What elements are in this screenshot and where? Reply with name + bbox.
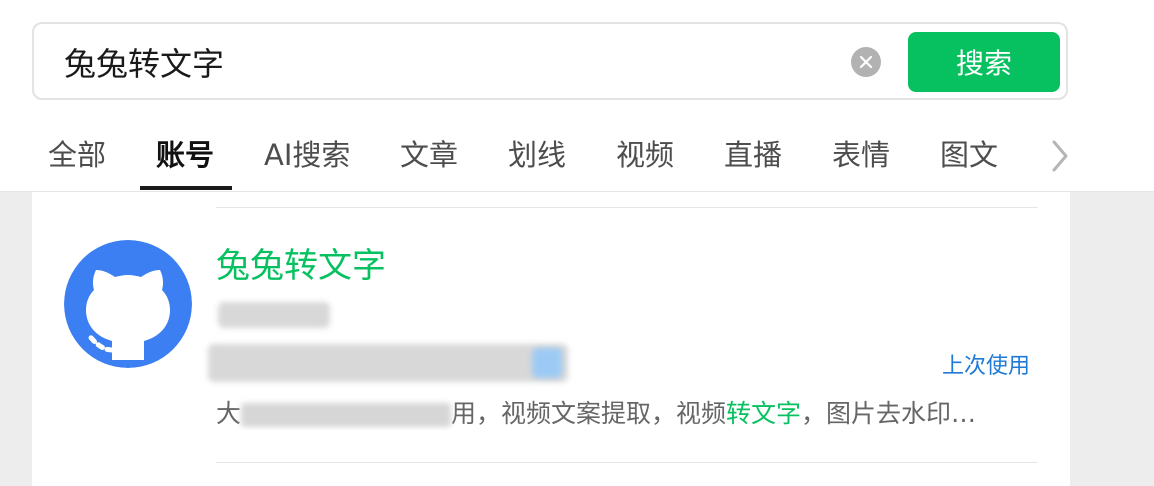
description-suffix: ，图片去水印… xyxy=(801,399,977,428)
search-input[interactable] xyxy=(64,38,824,86)
tab-stickers[interactable]: 表情 xyxy=(832,118,890,191)
tab-highlights[interactable]: 划线 xyxy=(508,118,566,191)
redacted-badge xyxy=(532,348,562,378)
account-description: 大 用，视频文案提取，视频转文字，图片去水印… xyxy=(216,394,1036,430)
description-highlight: 转文字 xyxy=(726,399,802,428)
description-text: 用，视频文案提取，视频 xyxy=(451,399,727,428)
tab-articles[interactable]: 文章 xyxy=(400,118,458,191)
chevron-right-icon[interactable] xyxy=(1040,136,1080,176)
tab-all[interactable]: 全部 xyxy=(48,118,106,191)
search-bar: 搜索 xyxy=(32,22,1068,100)
account-name[interactable]: 兔兔转文字 xyxy=(216,238,386,287)
redacted-account-id xyxy=(218,302,330,328)
tab-image-text[interactable]: 图文 xyxy=(940,118,998,191)
last-used-label: 上次使用 xyxy=(942,354,1031,379)
github-octocat-icon xyxy=(64,240,192,368)
redacted-description xyxy=(241,403,452,427)
clear-icon[interactable] xyxy=(851,47,881,77)
tab-videos[interactable]: 视频 xyxy=(616,118,674,191)
tab-live[interactable]: 直播 xyxy=(724,118,782,191)
divider xyxy=(216,462,1038,463)
redacted-account-info xyxy=(208,344,568,382)
tab-accounts[interactable]: 账号 xyxy=(156,118,214,191)
account-result[interactable]: 兔兔转文字 上次使用 大 用，视频文案提取，视频转文字，图片去水印… xyxy=(32,192,1070,486)
divider xyxy=(216,207,1038,208)
description-prefix: 大 xyxy=(216,399,242,428)
tab-ai-search[interactable]: AI搜索 xyxy=(264,118,350,191)
search-button[interactable]: 搜索 xyxy=(908,32,1060,92)
active-tab-indicator xyxy=(140,186,232,190)
tab-bar: 全部 账号 AI搜索 文章 划线 视频 直播 表情 图文 xyxy=(0,118,1154,192)
avatar[interactable] xyxy=(64,240,192,368)
